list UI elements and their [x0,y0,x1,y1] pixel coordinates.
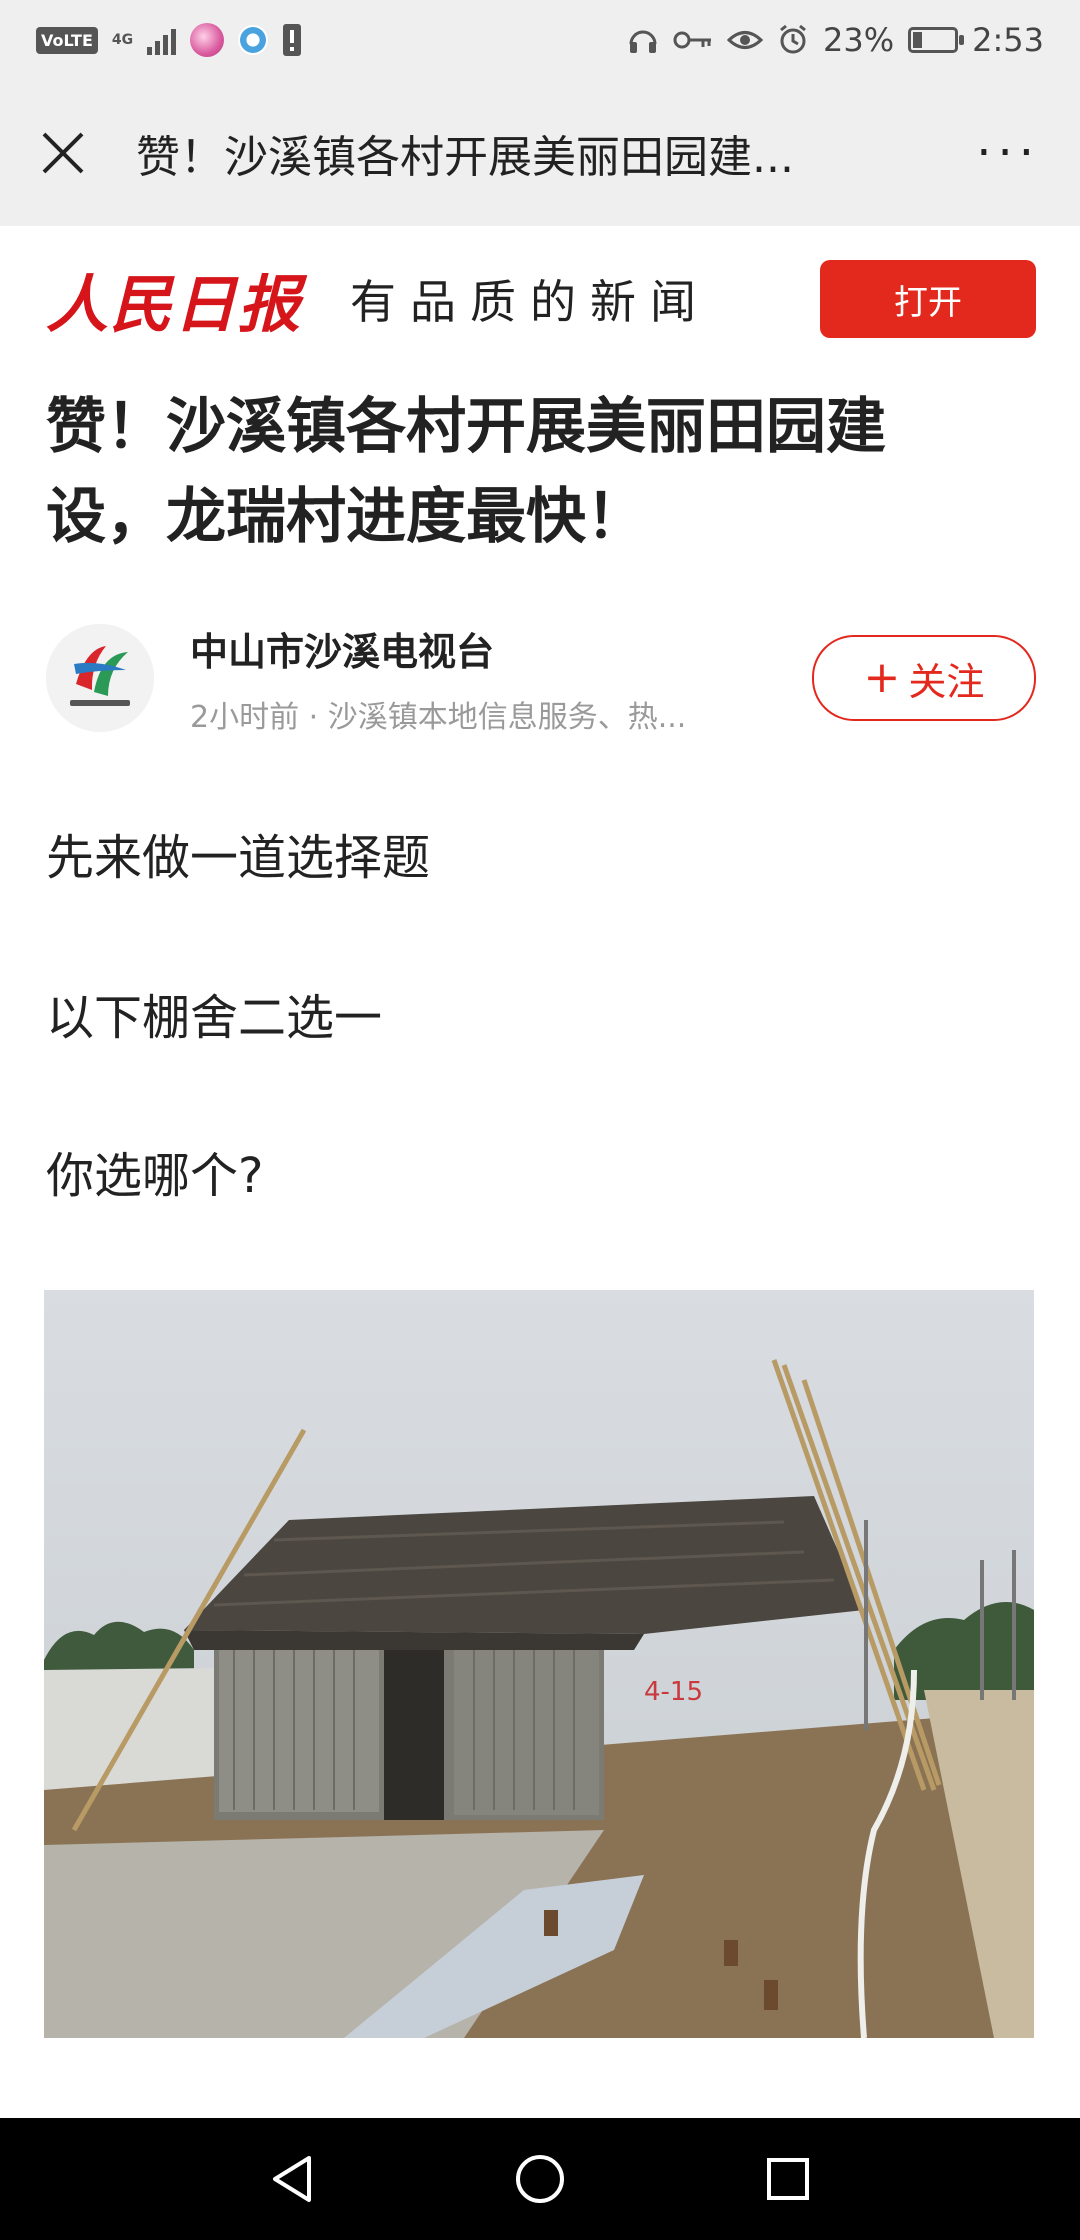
paragraph-3: 你选哪个? [46,1148,264,1204]
article-photo[interactable]: 4-15 [44,1290,1034,2038]
volte-badge: VoLTE [36,26,98,54]
author-name[interactable]: 中山市沙溪电视台 [190,621,790,676]
system-nav-bar [0,2118,1080,2240]
plus-icon: + [863,652,901,703]
paragraph-1: 先来做一道选择题 [46,830,431,886]
author-meta: 2小时前 · 沙溪镇本地信息服务、热... [190,699,687,735]
open-app-button[interactable]: 打开 [820,260,1036,338]
status-bar: VoLTE 4G 23% 2:53 [0,0,1080,80]
article-headline: 赞！沙溪镇各村开展美丽田园建 设，龙瑞村进度最快！ [46,382,1036,562]
alert-notification-icon [283,24,302,56]
home-icon[interactable] [514,2153,566,2205]
follow-label: 关注 [908,659,985,704]
eye-icon [727,31,764,49]
cloud-notification-icon [238,25,269,55]
page-title: 赞！沙溪镇各村开展美丽田园建... [136,132,794,183]
network-type: 4G [111,32,134,48]
clock-time: 2:53 [972,21,1044,59]
more-options-icon[interactable]: ··· [976,125,1040,181]
status-right: 23% 2:53 [627,21,1044,59]
back-icon[interactable] [269,2154,315,2204]
brand-logo: 人民日报 [46,268,303,341]
close-icon[interactable] [40,130,86,176]
headphones-icon [629,30,657,53]
headline-line-2: 设，龙瑞村进度最快！ [46,482,646,552]
recent-apps-icon[interactable] [765,2156,811,2202]
avatar[interactable] [46,624,154,732]
photo-marking: 4-15 [644,1677,703,1707]
battery-icon [908,27,965,53]
brand-banner: 人民日报 有品质的新闻 打开 [46,258,1036,341]
brand-slogan: 有品质的新闻 [350,275,711,329]
status-left: VoLTE 4G [36,23,302,57]
paragraph-2: 以下棚舍二选一 [46,990,383,1046]
signal-icon [147,25,177,55]
battery-percent: 23% [823,21,895,59]
app-notification-icon [190,23,225,57]
headline-line-1: 赞！沙溪镇各村开展美丽田园建 [46,392,886,462]
alarm-icon [780,24,806,54]
author-row: 中山市沙溪电视台 2小时前 · 沙溪镇本地信息服务、热... + 关注 [46,621,1036,736]
follow-button[interactable]: + 关注 [812,635,1036,721]
nav-bar: 赞！沙溪镇各村开展美丽田园建... ··· [0,80,1080,226]
key-icon [673,31,712,49]
author-info: 中山市沙溪电视台 2小时前 · 沙溪镇本地信息服务、热... [190,621,790,736]
